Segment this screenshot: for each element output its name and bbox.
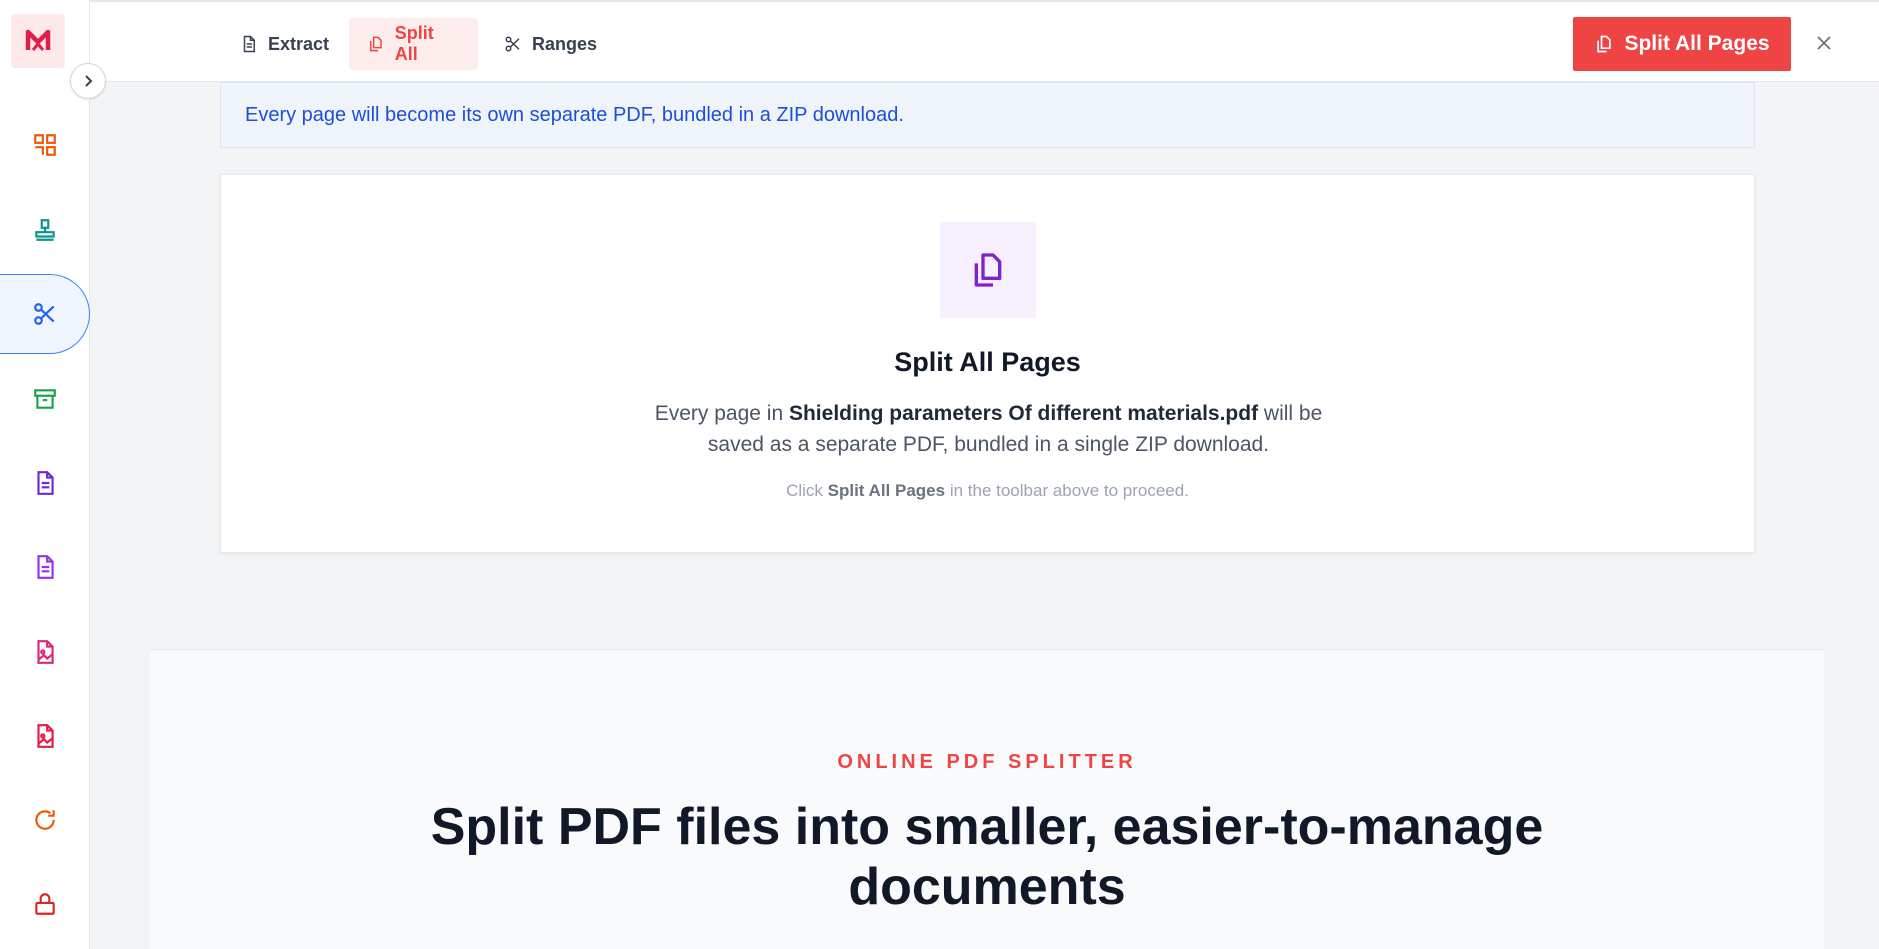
image-file-icon	[37, 724, 54, 748]
close-button[interactable]	[1808, 27, 1840, 59]
tab-label: Ranges	[532, 33, 598, 54]
info-banner-text: Every page will become its own separate …	[245, 103, 904, 126]
scissors-icon	[505, 36, 520, 52]
sidebar-item-pdf-to-doc[interactable]	[0, 443, 90, 523]
sidebar-item-rotate[interactable]	[0, 780, 90, 860]
card-hint: Click Split All Pages in the toolbar abo…	[221, 481, 1754, 501]
hero-title: Split PDF files into smaller, easier-to-…	[430, 798, 1544, 916]
copy-icon	[1597, 35, 1612, 53]
document-icon	[37, 555, 54, 579]
split-all-illustration	[940, 222, 1036, 318]
logo-mark-icon	[25, 29, 51, 51]
sidebar-item-split[interactable]	[0, 274, 90, 354]
app-logo[interactable]	[11, 14, 65, 68]
document-icon	[37, 471, 54, 495]
lock-icon	[35, 893, 55, 915]
archive-icon	[34, 389, 56, 409]
split-all-pages-label: Split All Pages	[1624, 32, 1770, 55]
tab-extract[interactable]: Extract	[222, 18, 347, 70]
sidebar-item-compress[interactable]	[0, 359, 90, 439]
sidebar-item-stamp[interactable]	[0, 190, 90, 270]
scissors-icon	[33, 303, 54, 325]
card-title: Split All Pages	[894, 347, 1081, 377]
tab-split-all[interactable]: Split All	[349, 18, 478, 70]
document-icon	[243, 35, 255, 53]
sidebar-item-image-to-pdf[interactable]	[0, 696, 90, 776]
hint-suffix: in the toolbar above to proceed.	[945, 481, 1189, 500]
desc-prefix: Every page in	[654, 402, 789, 425]
sidebar-item-organize[interactable]	[0, 105, 90, 185]
sidebar-expand-button[interactable]	[70, 63, 106, 99]
copy-icon	[369, 36, 382, 52]
sidebar-item-pdf-to-image[interactable]	[0, 612, 90, 692]
toolbar: Extract Split All Ranges Split All Pages	[90, 0, 1879, 82]
close-icon	[1817, 36, 1831, 50]
file-name: Shielding parameters Of different materi…	[788, 402, 1259, 425]
hint-prefix: Click	[786, 481, 828, 500]
sidebar-item-doc-to-pdf[interactable]	[0, 527, 90, 607]
hint-bold: Split All Pages	[827, 481, 946, 500]
rotate-icon	[35, 810, 55, 830]
tab-label: Split All	[394, 23, 434, 64]
info-banner: Every page will become its own separate …	[220, 82, 1755, 148]
hero-section: ONLINE PDF SPLITTER Split PDF files into…	[150, 649, 1824, 949]
split-all-pages-button[interactable]: Split All Pages	[1573, 17, 1791, 71]
split-all-card: Split All Pages Every page in Shielding …	[220, 174, 1755, 553]
sidebar	[0, 0, 90, 949]
card-description: Every page in Shielding parameters Of di…	[641, 398, 1336, 460]
organize-icon	[34, 134, 56, 156]
image-file-icon	[37, 640, 54, 664]
stamp-icon	[35, 219, 55, 241]
tab-ranges[interactable]: Ranges	[486, 18, 615, 70]
hero-eyebrow: ONLINE PDF SPLITTER	[837, 751, 1137, 773]
copy-icon	[974, 253, 1002, 287]
tab-label: Extract	[268, 33, 330, 54]
sidebar-item-protect[interactable]	[0, 864, 90, 944]
chevron-right-icon	[85, 75, 93, 87]
